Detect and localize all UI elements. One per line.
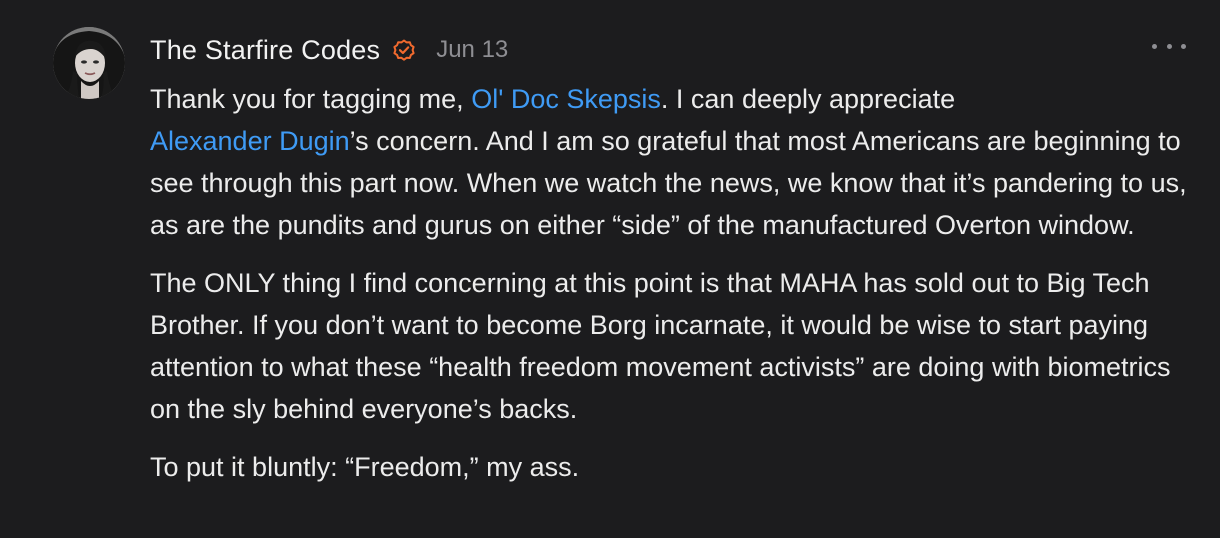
comment-header: The Starfire Codes Jun 13 (150, 30, 508, 70)
paragraph-text: . I can deeply appreciate (660, 84, 956, 114)
comment-date[interactable]: Jun 13 (436, 36, 508, 64)
more-dot (1181, 43, 1186, 49)
comment: The Starfire Codes Jun 13 Thank you for … (0, 0, 1220, 538)
paragraph-text: Thank you for tagging me, (150, 84, 472, 114)
comment-body: Thank you for tagging me, Ol' Doc Skepsi… (150, 78, 1195, 504)
comment-paragraph-1: Thank you for tagging me, Ol' Doc Skepsi… (150, 78, 1195, 246)
avatar-image (53, 27, 125, 99)
more-dot (1152, 43, 1157, 49)
comment-paragraph-3: To put it bluntly: “Freedom,” my ass. (150, 452, 580, 482)
author-name[interactable]: The Starfire Codes (150, 35, 380, 66)
verified-badge-icon (392, 38, 416, 62)
more-options-icon[interactable] (1152, 36, 1186, 56)
more-dot (1166, 43, 1172, 49)
mention-link-alexander-dugin[interactable]: Alexander Dugin (150, 126, 350, 156)
mention-link-ol-doc-skepsis[interactable]: Ol' Doc Skepsis (471, 84, 661, 114)
user-avatar[interactable] (53, 27, 125, 99)
comment-paragraph-2: The ONLY thing I find concerning at this… (150, 268, 1171, 424)
